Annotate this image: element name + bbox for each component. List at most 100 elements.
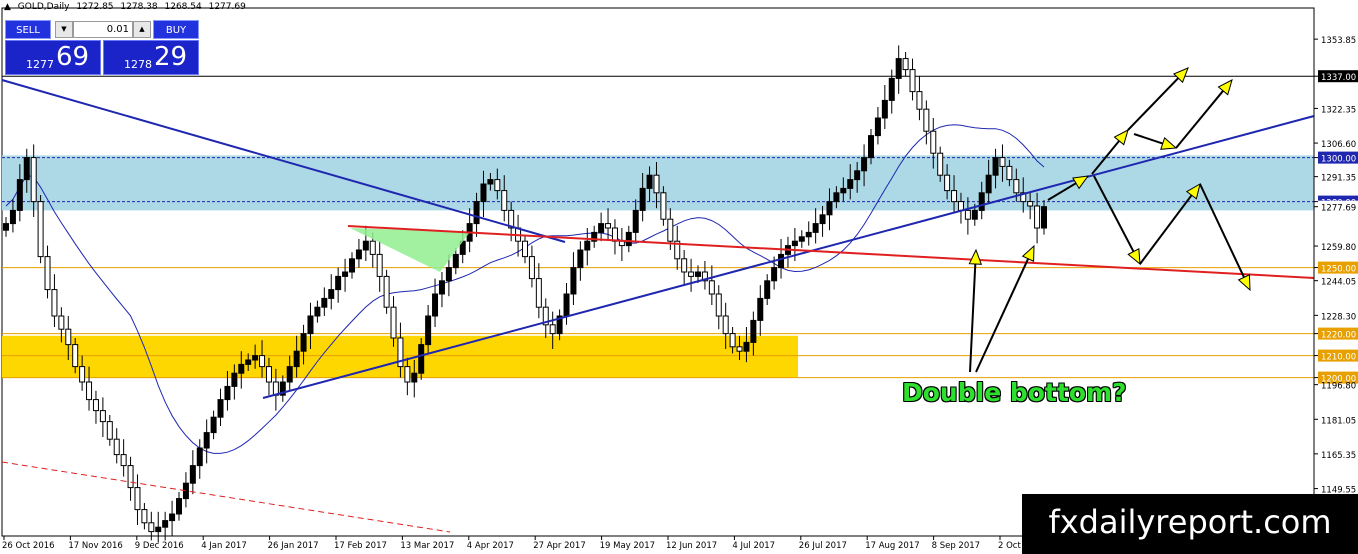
candle-body	[971, 209, 978, 220]
candle-body	[92, 399, 99, 412]
arrow-head	[968, 248, 983, 265]
candle	[92, 390, 99, 424]
candle-body	[452, 253, 459, 269]
candle-body	[72, 344, 79, 368]
candle-body	[134, 487, 141, 511]
candle-body	[819, 214, 826, 225]
candle	[314, 300, 321, 323]
lot-down-icon[interactable]: ▼	[55, 21, 73, 38]
candle-body	[964, 209, 971, 220]
double-bottom-annotation: Double bottom?	[902, 378, 1127, 407]
chart-title-bar: ▲ GOLD,Daily 1272.85 1278.38 1268.54 127…	[4, 2, 250, 12]
candle	[44, 245, 51, 299]
candle-body	[286, 366, 293, 383]
candle	[757, 285, 764, 336]
candle-body	[265, 366, 272, 383]
candle-body	[833, 192, 840, 203]
candle-body	[881, 99, 888, 119]
lot-size-input[interactable]: 0.01	[73, 21, 133, 38]
candle	[321, 287, 328, 316]
candle-body	[120, 454, 127, 467]
candle-body	[757, 297, 764, 321]
candle-body	[750, 319, 757, 343]
candle-body	[605, 223, 612, 229]
candle	[169, 500, 176, 536]
arrow-shaft	[1133, 133, 1164, 145]
candle-body	[473, 201, 480, 225]
candle-body	[321, 297, 328, 308]
candle-body	[978, 192, 985, 211]
lot-up-icon[interactable]: ▲	[133, 21, 151, 38]
candle-body	[660, 192, 667, 220]
candle-body	[259, 355, 266, 368]
time-tick-label: 4 Jul 2017	[732, 541, 775, 551]
candle	[335, 267, 342, 303]
candle-body	[432, 293, 439, 317]
candle-body	[826, 201, 833, 216]
candle-body	[688, 271, 695, 277]
candle	[591, 225, 598, 248]
candle-body	[1041, 206, 1047, 229]
candle-body	[390, 306, 397, 339]
candle	[37, 195, 44, 264]
time-tick-label: 13 Mar 2017	[400, 541, 454, 551]
candle-body	[9, 209, 16, 225]
candle-body	[957, 201, 964, 211]
one-click-trading-panel: SELL ▼ 0.01 ▲ BUY 1277 69 1278 29	[5, 20, 199, 75]
time-tick-label: 17 Nov 2016	[68, 541, 122, 551]
candle	[106, 415, 113, 446]
watermark-logo: fxdailyreport.com	[1022, 494, 1358, 554]
candle	[355, 239, 362, 268]
buy-price-box[interactable]: 1278 29	[103, 40, 199, 75]
time-tick-label: 19 May 2017	[600, 541, 655, 551]
candle-body	[695, 271, 701, 277]
price-tick-label: 1277.69	[1321, 204, 1356, 214]
candle	[577, 241, 584, 281]
candle-body	[203, 432, 210, 449]
candle	[874, 107, 881, 145]
candle	[376, 241, 383, 292]
price-tick-label: 1300.00	[1321, 155, 1356, 165]
candle	[196, 439, 203, 479]
time-tick-label: 9 Dec 2016	[135, 541, 184, 551]
candle	[176, 492, 182, 521]
price-axis: 1353.85 1337.00 1322.35 1306.60 1300.00 1291.…	[1313, 8, 1358, 536]
candle-body	[577, 249, 584, 269]
arrow-head	[1113, 129, 1129, 146]
candle-body	[736, 346, 743, 352]
candle	[127, 456, 134, 501]
candle-body	[383, 275, 390, 308]
price-tick-label: 1259.80	[1321, 243, 1356, 253]
candle-body	[778, 253, 785, 269]
candle	[598, 212, 605, 242]
candle-body	[369, 240, 376, 255]
price-tick-label: 1196.80	[1321, 382, 1356, 392]
candle	[99, 397, 106, 437]
candle-body	[196, 447, 203, 467]
candle-body	[224, 385, 231, 401]
price-tick-label: 1353.85	[1321, 36, 1356, 46]
candle	[189, 450, 196, 495]
collapse-icon[interactable]: ▲	[4, 2, 11, 12]
sell-button[interactable]: SELL	[5, 20, 51, 39]
candle	[51, 274, 58, 327]
double-bottom-arrow	[968, 248, 983, 373]
candle-body	[798, 236, 805, 242]
candle-body	[487, 179, 494, 185]
ohlc-open: 1272.85	[76, 2, 114, 12]
candle	[895, 45, 902, 94]
candle	[618, 228, 625, 261]
arrow-head	[1021, 244, 1035, 262]
sell-price-box[interactable]: 1277 69	[5, 40, 101, 75]
double-bottom-arrow	[975, 244, 1035, 373]
candle-body	[51, 289, 58, 317]
arrow-shaft	[1127, 77, 1179, 131]
candle-body	[708, 280, 715, 295]
price-chart: 1353.85 1337.00 1322.35 1306.60 1300.00 1291.…	[1, 7, 1358, 551]
candle-body	[646, 174, 653, 189]
candle-body	[549, 324, 556, 335]
candle-body	[148, 522, 155, 533]
candle	[909, 58, 916, 101]
price-tick-label: 1244.05	[1321, 278, 1356, 288]
buy-button[interactable]: BUY	[153, 20, 199, 39]
